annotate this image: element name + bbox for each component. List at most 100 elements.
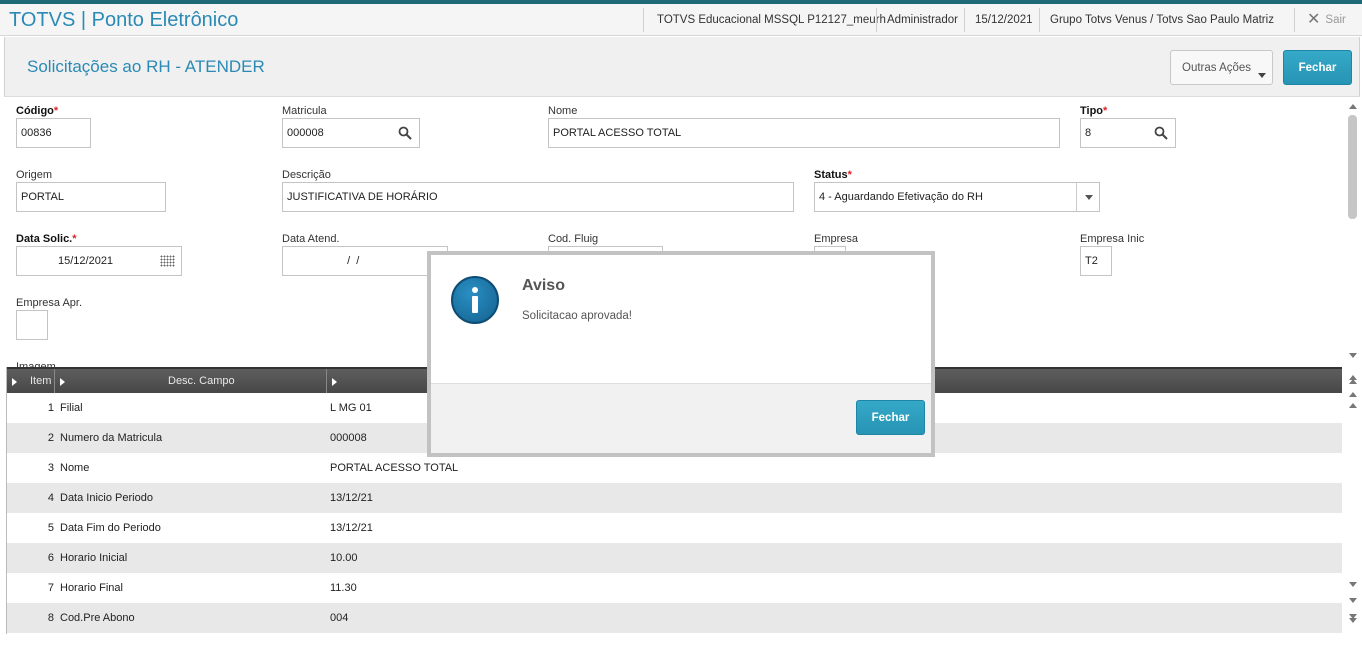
sort-arrow-icon [12, 378, 17, 386]
scrollbar-thumb[interactable] [1348, 115, 1357, 219]
scroll-down-icon[interactable] [1345, 598, 1360, 603]
row-value-cell: PORTAL ACESSO TOTAL [330, 462, 459, 474]
row-desc-campo-cell: Filial [60, 402, 83, 414]
matricula-value: 000008 [287, 127, 324, 139]
row-desc-campo-cell: Data Fim do Periodo [60, 522, 161, 534]
status-label: Status* [814, 169, 852, 181]
row-value-cell: 13/12/21 [330, 492, 373, 504]
dialog-frame: Aviso Solicitacao aprovada! Fechar [427, 251, 935, 457]
divider [1294, 8, 1295, 32]
data-solic-field[interactable]: 15/12/2021 [16, 246, 182, 276]
app-window: TOTVS | Ponto Eletrônico TOTVS Educacion… [0, 0, 1362, 660]
tipo-label: Tipo* [1080, 105, 1108, 117]
top-bar: TOTVS | Ponto Eletrônico TOTVS Educacion… [0, 4, 1362, 36]
empresa-label: Empresa [814, 233, 859, 245]
row-value-cell: 000008 [330, 432, 367, 444]
divider [1039, 8, 1040, 32]
row-desc-campo-cell: Horario Final [60, 582, 123, 594]
row-value-cell: L MG 01 [330, 402, 372, 414]
other-actions-label: Outras Ações [1182, 61, 1252, 74]
scroll-down-icon[interactable] [1345, 582, 1360, 587]
row-item-cell: 7 [47, 582, 54, 594]
column-label: Desc. Campo [168, 375, 235, 387]
dialog-title: Aviso [522, 277, 565, 294]
column-header-desc-campo[interactable]: Desc. Campo [55, 369, 327, 393]
row-desc-campo-cell: Cod.Pre Abono [60, 612, 135, 624]
row-value-cell: 11.30 [330, 582, 357, 594]
scroll-down-icon[interactable] [1345, 353, 1360, 358]
row-item-cell: 8 [47, 612, 54, 624]
page-header: Solicitações ao RH - ATENDER Outras Açõe… [4, 37, 1360, 97]
matricula-label: Matricula [282, 105, 327, 117]
divider [1076, 183, 1077, 211]
status-value: 4 - Aguardando Efetivação do RH [819, 191, 983, 203]
scroll-up-icon[interactable] [1345, 100, 1360, 109]
grid-scrollbar[interactable] [1345, 369, 1360, 634]
table-row[interactable]: 4 Data Inicio Periodo 13/12/21 [7, 483, 1342, 513]
table-row[interactable]: 6 Horario Inicial 10.00 [7, 543, 1342, 573]
row-item-cell: 6 [47, 552, 54, 564]
table-row[interactable]: 5 Data Fim do Periodo 13/12/21 [7, 513, 1342, 543]
app-title: TOTVS | Ponto Eletrônico [9, 9, 239, 31]
empresa-inic-label: Empresa Inic [1080, 233, 1145, 245]
empresa-apr-label: Empresa Apr. [16, 297, 83, 309]
row-item-cell: 4 [47, 492, 54, 504]
empresa-apr-field[interactable] [16, 310, 48, 340]
row-value-cell: 004 [330, 612, 349, 624]
other-actions-button[interactable]: Outras Ações [1170, 50, 1273, 85]
search-icon[interactable] [1154, 126, 1168, 140]
row-item-cell: 1 [47, 402, 54, 414]
chevron-down-icon [1258, 73, 1266, 78]
close-icon: ✕ [1307, 11, 1321, 28]
matricula-field[interactable]: 000008 [282, 118, 420, 148]
user-label: Administrador [887, 14, 958, 26]
environment-label: TOTVS Educacional MSSQL P12127_meurh [657, 14, 886, 26]
row-value-cell: 13/12/21 [330, 522, 373, 534]
chevron-down-icon [1085, 195, 1093, 200]
exit-button[interactable]: ✕ Sair [1307, 11, 1346, 29]
form-scrollbar[interactable] [1345, 100, 1360, 366]
dialog-message: Solicitacao aprovada! [522, 310, 632, 322]
codigo-field[interactable]: 00836 [16, 118, 91, 148]
data-atend-field[interactable]: / / [282, 246, 448, 276]
scroll-up-icon[interactable] [1345, 397, 1360, 408]
empresa-inic-field[interactable]: T2 [1080, 246, 1112, 276]
status-select[interactable]: 4 - Aguardando Efetivação do RH [814, 182, 1100, 212]
alert-dialog: Aviso Solicitacao aprovada! Fechar [431, 255, 931, 453]
calendar-icon[interactable] [160, 255, 175, 267]
origem-field[interactable]: PORTAL [16, 182, 166, 212]
row-item-cell: 2 [47, 432, 54, 444]
column-label: Item [30, 375, 52, 387]
close-button[interactable]: Fechar [1283, 50, 1352, 85]
info-icon [451, 276, 499, 324]
search-icon[interactable] [398, 126, 412, 140]
sort-arrow-icon [332, 378, 337, 386]
data-atend-label: Data Atend. [282, 233, 340, 245]
page-title: Solicitações ao RH - ATENDER [27, 57, 265, 76]
codigo-label: Código* [16, 105, 59, 117]
exit-label: Sair [1325, 14, 1346, 26]
row-item-cell: 5 [47, 522, 54, 534]
nome-label: Nome [548, 105, 578, 117]
origem-label: Origem [16, 169, 53, 181]
row-desc-campo-cell: Nome [60, 462, 90, 474]
tipo-field[interactable]: 8 [1080, 118, 1176, 148]
scroll-bottom-icon[interactable] [1345, 614, 1360, 623]
dialog-close-button[interactable]: Fechar [856, 400, 925, 435]
scroll-up-icon[interactable] [1345, 384, 1360, 397]
column-header-item[interactable]: Item [7, 369, 55, 393]
row-value-cell: 10.00 [330, 552, 358, 564]
tipo-value: 8 [1085, 127, 1092, 139]
table-row[interactable]: 3 Nome PORTAL ACESSO TOTAL [7, 453, 1342, 483]
scroll-top-icon[interactable] [1345, 369, 1360, 384]
descricao-field[interactable]: JUSTIFICATIVA DE HORÁRIO [282, 182, 794, 212]
company-label: Grupo Totvs Venus / Totvs Sao Paulo Matr… [1050, 14, 1274, 26]
nome-field[interactable]: PORTAL ACESSO TOTAL [548, 118, 1060, 148]
table-row[interactable]: 8 Cod.Pre Abono 004 [7, 603, 1342, 633]
row-desc-campo-cell: Numero da Matricula [60, 432, 163, 444]
row-item-cell: 3 [47, 462, 54, 474]
table-row[interactable]: 7 Horario Final 11.30 [7, 573, 1342, 603]
divider [876, 8, 877, 32]
row-desc-campo-cell: Horario Inicial [60, 552, 128, 564]
divider [643, 8, 644, 32]
